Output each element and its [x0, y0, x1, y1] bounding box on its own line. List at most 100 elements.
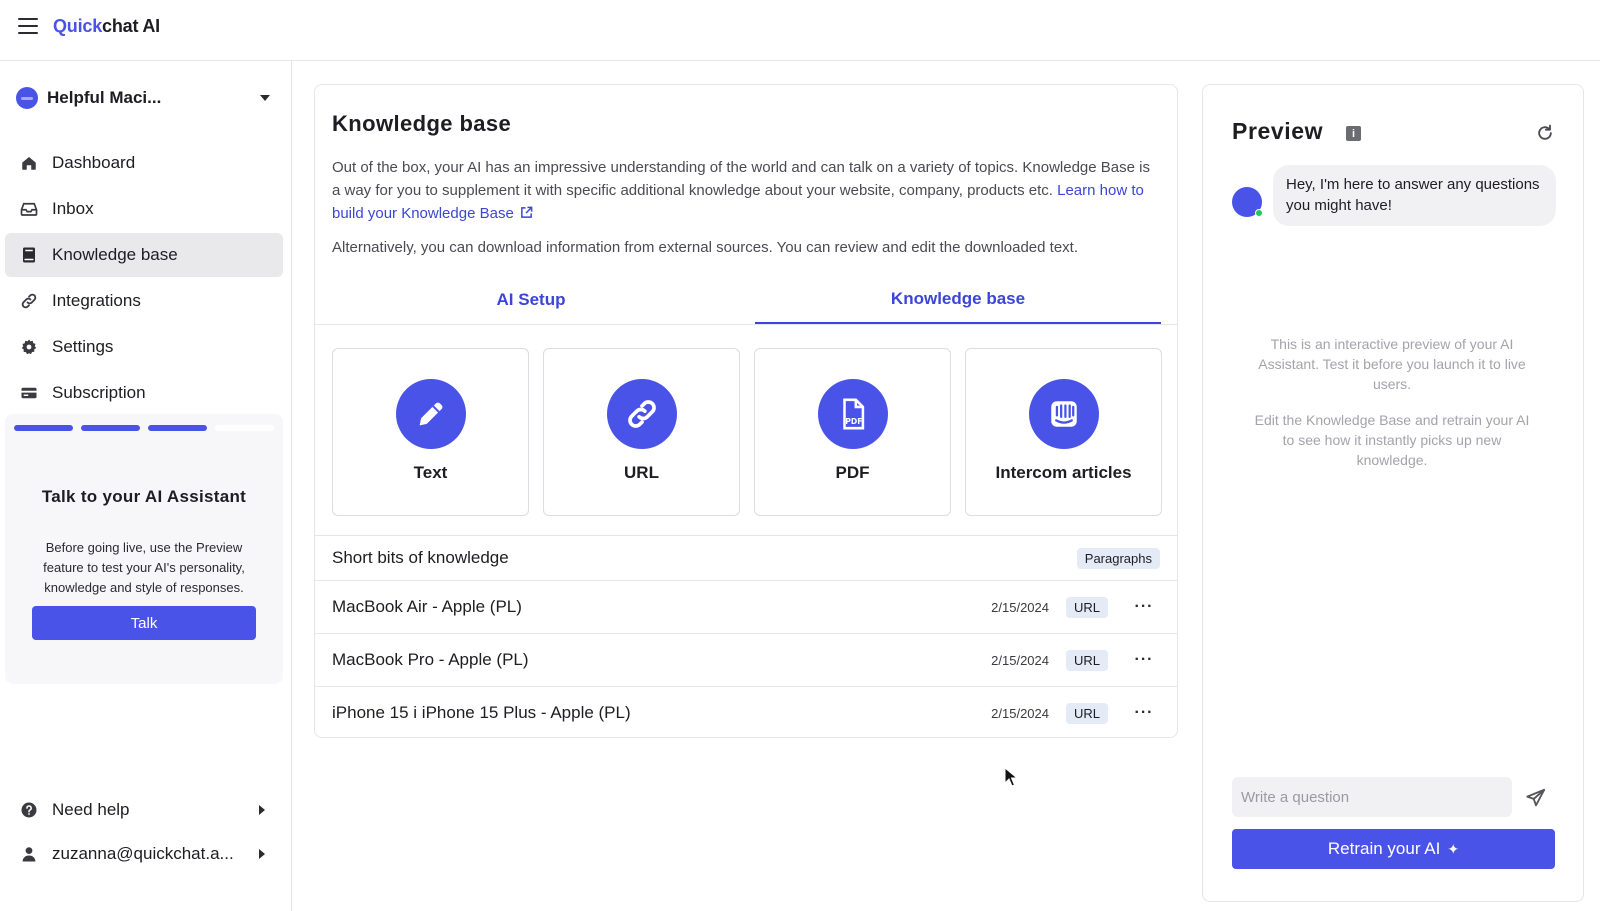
- sidebar: Helpful Maci... Dashboard Inbox Knowledg…: [0, 61, 292, 911]
- talk-button[interactable]: Talk: [32, 606, 256, 640]
- bot-selector[interactable]: Helpful Maci...: [16, 81, 276, 115]
- preview-panel: Preview i Hey, I'm here to answer any qu…: [1202, 84, 1584, 902]
- user-icon: [20, 845, 38, 863]
- book-icon: [20, 246, 38, 264]
- more-options-button[interactable]: ···: [1128, 592, 1160, 622]
- home-icon: [20, 154, 38, 172]
- tab-ai-setup[interactable]: AI Setup: [332, 275, 730, 324]
- refresh-icon[interactable]: [1535, 123, 1555, 143]
- bot-name: Helpful Maci...: [47, 88, 162, 107]
- chevron-right-icon: [259, 805, 265, 815]
- list-item-name: iPhone 15 i iPhone 15 Plus - Apple (PL): [332, 703, 631, 722]
- card-icon: [20, 384, 38, 402]
- list-item-name: Short bits of knowledge: [332, 548, 509, 567]
- need-help-menu[interactable]: Need help: [5, 790, 283, 830]
- top-bar: Quickchat AI: [0, 0, 1600, 61]
- page-title: Knowledge base: [332, 111, 512, 136]
- sidebar-item-label: Integrations: [52, 291, 141, 310]
- source-intercom-card[interactable]: Intercom articles: [965, 348, 1162, 516]
- retrain-button[interactable]: Retrain your AI ✦: [1232, 829, 1555, 869]
- gear-icon: [20, 338, 38, 356]
- external-link-icon: [520, 206, 533, 218]
- sidebar-nav: Dashboard Inbox Knowledge base Integrati…: [5, 141, 283, 417]
- app-logo[interactable]: Quickchat AI: [53, 16, 160, 37]
- more-options-button[interactable]: ···: [1128, 698, 1160, 728]
- table-row[interactable]: MacBook Pro - Apple (PL) 2/15/2024 URL ·…: [315, 633, 1177, 686]
- help-icon: [20, 801, 38, 819]
- link-icon: [20, 292, 38, 310]
- pencil-icon: [396, 379, 466, 449]
- question-input[interactable]: [1232, 777, 1512, 817]
- kb-tabs: AI Setup Knowledge base: [315, 275, 1177, 325]
- list-item-date: 2/15/2024: [991, 652, 1049, 668]
- promo-title: Talk to your AI Assistant: [41, 487, 247, 506]
- need-help-label: Need help: [52, 800, 130, 819]
- knowledge-list: Short bits of knowledge Paragraphs MacBo…: [315, 535, 1177, 739]
- knowledge-base-card: Knowledge base Out of the box, your AI h…: [314, 84, 1178, 738]
- type-badge: URL: [1065, 702, 1108, 724]
- more-options-button[interactable]: ···: [1128, 645, 1160, 675]
- sidebar-item-label: Dashboard: [52, 153, 136, 172]
- hamburger-menu-icon[interactable]: [18, 18, 38, 36]
- type-badge: URL: [1065, 596, 1108, 618]
- source-label: Intercom articles: [995, 463, 1132, 482]
- sidebar-item-inbox[interactable]: Inbox: [5, 187, 283, 231]
- link-icon: [607, 379, 677, 449]
- progress-step-pending: [215, 425, 274, 431]
- source-text-card[interactable]: Text: [332, 348, 529, 516]
- source-pdf-card[interactable]: PDF PDF: [754, 348, 951, 516]
- pdf-icon: PDF: [818, 379, 888, 449]
- send-icon[interactable]: [1525, 787, 1547, 809]
- sidebar-item-label: Inbox: [52, 199, 94, 218]
- preview-title: Preview: [1232, 118, 1324, 144]
- sparkle-icon: ✦: [1447, 840, 1460, 857]
- sidebar-item-knowledge-base[interactable]: Knowledge base: [5, 233, 283, 277]
- sidebar-item-label: Subscription: [52, 383, 146, 402]
- progress-step-done: [81, 425, 140, 431]
- type-badge: URL: [1065, 649, 1108, 671]
- sidebar-item-dashboard[interactable]: Dashboard: [5, 141, 283, 185]
- short-bits-row[interactable]: Short bits of knowledge Paragraphs: [315, 535, 1177, 580]
- table-row[interactable]: iPhone 15 i iPhone 15 Plus - Apple (PL) …: [315, 686, 1177, 739]
- table-row[interactable]: MacBook Air - Apple (PL) 2/15/2024 URL ·…: [315, 580, 1177, 633]
- info-icon[interactable]: i: [1346, 126, 1361, 141]
- talk-promo-card: Talk to your AI Assistant Before going l…: [5, 414, 283, 684]
- sidebar-item-label: Settings: [52, 337, 114, 356]
- list-item-name: MacBook Pro - Apple (PL): [332, 650, 529, 669]
- progress-step-done: [148, 425, 207, 431]
- sidebar-item-subscription[interactable]: Subscription: [5, 371, 283, 415]
- user-account-menu[interactable]: zuzanna@quickchat.a...: [5, 834, 283, 874]
- tab-knowledge-base[interactable]: Knowledge base: [755, 275, 1161, 324]
- preview-hint: Edit the Knowledge Base and retrain your…: [1254, 412, 1530, 468]
- inbox-icon: [20, 200, 38, 218]
- assistant-avatar: [1232, 187, 1263, 217]
- intercom-icon: [1029, 379, 1099, 449]
- source-label: URL: [624, 463, 659, 482]
- list-item-name: MacBook Air - Apple (PL): [332, 597, 522, 616]
- type-badge: Paragraphs: [1076, 547, 1160, 569]
- list-item-date: 2/15/2024: [991, 599, 1049, 615]
- sidebar-item-label: Knowledge base: [52, 245, 178, 264]
- source-label: PDF: [835, 463, 870, 482]
- kb-description: Out of the box, your AI has an impressiv…: [332, 156, 1162, 225]
- assistant-message: Hey, I'm here to answer any questions yo…: [1273, 165, 1556, 226]
- mouse-cursor-icon: [1004, 767, 1018, 787]
- sidebar-item-settings[interactable]: Settings: [5, 325, 283, 369]
- svg-text:PDF: PDF: [845, 417, 862, 426]
- chevron-down-icon: [260, 95, 270, 101]
- preview-hint: This is an interactive preview of your A…: [1258, 336, 1526, 392]
- promo-text: Before going live, use the Preview featu…: [43, 540, 245, 595]
- bot-avatar: [16, 87, 38, 109]
- sidebar-item-integrations[interactable]: Integrations: [5, 279, 283, 323]
- onboarding-progress: [14, 425, 274, 431]
- chevron-right-icon: [259, 849, 265, 859]
- progress-step-done: [14, 425, 73, 431]
- source-options: Text URL PDF PDF Intercom articles: [332, 348, 1162, 516]
- source-label: Text: [413, 463, 448, 482]
- kb-description-text: Out of the box, your AI has an impressiv…: [332, 159, 1150, 199]
- user-email: zuzanna@quickchat.a...: [52, 844, 234, 863]
- list-item-date: 2/15/2024: [991, 705, 1049, 721]
- source-url-card[interactable]: URL: [543, 348, 740, 516]
- kb-alternative-text: Alternatively, you can download informat…: [332, 239, 1078, 256]
- online-indicator: [1255, 209, 1263, 217]
